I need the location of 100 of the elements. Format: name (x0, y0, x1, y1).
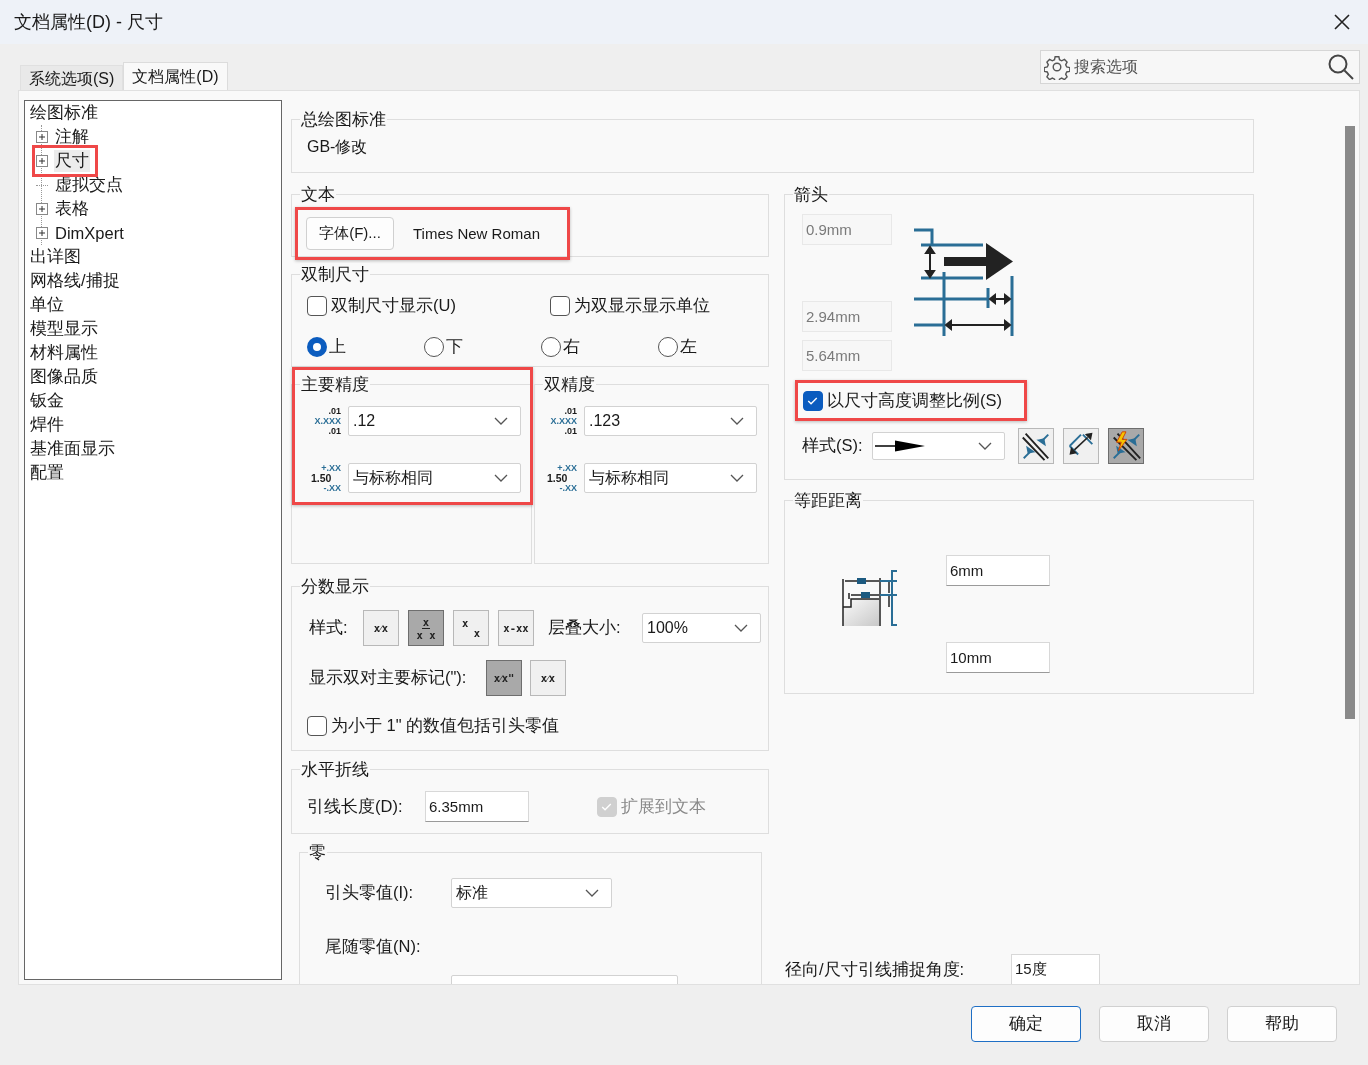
tab[interactable]: 系统选项(S) (20, 65, 124, 90)
tree-item[interactable]: 表格 (36, 197, 94, 221)
radio-button[interactable] (541, 337, 561, 357)
field-label: 径向/尺寸引线捕捉角度: (785, 958, 966, 980)
dropdown[interactable]: 100% (642, 613, 761, 643)
expand-icon[interactable] (36, 131, 48, 143)
radio-button[interactable] (307, 337, 327, 357)
radio-label: 左 (680, 336, 697, 357)
tolerance-icon: +.XX 1.50 -.XX (547, 463, 577, 493)
dropdown[interactable]: .123 (584, 406, 757, 436)
text-field[interactable]: 0.9mm (802, 214, 892, 245)
checkbox[interactable] (307, 296, 327, 316)
close-icon[interactable] (1332, 12, 1352, 32)
chevron-down-icon (494, 474, 508, 482)
group-title: 主要精度 (300, 373, 370, 395)
expand-icon[interactable] (36, 203, 48, 215)
tree-item[interactable]: 注解 (36, 125, 94, 149)
tree-item[interactable]: 出详图 (29, 245, 86, 269)
checkbox[interactable] (307, 716, 327, 736)
checkbox[interactable] (550, 296, 570, 316)
mark-style-button[interactable]: x⁄x" (486, 660, 522, 696)
dialog-button[interactable]: 帮助 (1227, 1006, 1337, 1042)
radio-label: 上 (329, 336, 346, 357)
search-field[interactable]: 搜索选项 (1040, 50, 1360, 84)
chevron-down-icon (730, 417, 744, 425)
group-title: 箭头 (793, 183, 829, 205)
dialog-button[interactable]: 取消 (1099, 1006, 1209, 1042)
group-title: 双制尺寸 (300, 263, 370, 285)
offset-dimension-drawing (839, 569, 899, 627)
tree-item[interactable]: 钣金 (29, 389, 69, 413)
font-name: Times New Roman (413, 225, 540, 242)
tree-item[interactable]: 网格线/捕捉 (29, 269, 125, 293)
chevron-down-icon (978, 442, 992, 450)
field-label: 层叠大小: (548, 617, 622, 638)
tolerance-icon: +.XX 1.50 -.XX (311, 463, 341, 493)
expand-icon[interactable] (36, 155, 48, 167)
group-title: 等距距离 (793, 489, 863, 511)
standard-value: GB-修改 (307, 137, 369, 157)
dropdown[interactable] (872, 432, 1005, 460)
arrow-placement-button[interactable] (1108, 428, 1144, 464)
font-button[interactable]: 字体(F)... (306, 217, 394, 250)
tree-item[interactable]: 材料属性 (29, 341, 103, 365)
text-field[interactable]: 6.35mm (425, 791, 529, 822)
tree-item[interactable]: 焊件 (29, 413, 69, 437)
window-title: 文档属性(D) - 尺寸 (14, 11, 163, 34)
group-title: 总绘图标准 (300, 108, 387, 130)
text-field[interactable]: 10mm (946, 642, 1050, 673)
dropdown[interactable]: 与标称相同 (348, 463, 521, 493)
text-field[interactable]: 6mm (946, 555, 1050, 586)
search-icon[interactable] (1327, 53, 1355, 81)
checkbox-label: 以尺寸高度调整比例(S) (827, 389, 1002, 411)
tree-item[interactable]: 模型显示 (29, 317, 103, 341)
mark-style-button[interactable]: x⁄x (530, 660, 566, 696)
checkbox[interactable] (803, 390, 823, 411)
fraction-style-button[interactable]: x x (453, 610, 489, 646)
dialog-button[interactable]: 确定 (971, 1006, 1081, 1042)
text-field[interactable]: 2.94mm (802, 301, 892, 332)
tree-item[interactable]: DimXpert (36, 221, 129, 245)
fraction-style-button[interactable]: x⁄x (363, 610, 399, 646)
dropdown[interactable]: 与标称相同 (584, 463, 757, 493)
text-field[interactable]: 5.64mm (802, 340, 892, 371)
tree-item[interactable]: 基准面显示 (29, 437, 120, 461)
chevron-down-icon (734, 624, 748, 632)
text-field[interactable]: 15度 (1011, 954, 1100, 984)
dropdown[interactable]: 标准 (451, 878, 612, 908)
group-title: 文本 (300, 183, 336, 205)
arrow-placement-button[interactable] (1063, 428, 1099, 464)
checkbox-label: 扩展到文本 (621, 795, 706, 817)
checkbox-label: 双制尺寸显示(U) (331, 295, 456, 316)
tree-item[interactable]: 配置 (29, 461, 69, 485)
chevron-down-icon (494, 417, 508, 425)
field-label: 引头零值(I): (325, 882, 415, 903)
field-label: 引线长度(D): (307, 795, 404, 817)
arrow-style-icon (875, 440, 925, 452)
dropdown[interactable]: .12 (348, 406, 521, 436)
scrollbar-thumb[interactable] (1345, 126, 1355, 719)
chevron-down-icon (730, 474, 744, 482)
radio-button[interactable] (658, 337, 678, 357)
checkbox-label: 为双显示显示单位 (574, 295, 710, 316)
tab[interactable]: 文档属性(D) (123, 62, 228, 90)
precision-icon: .01 X.XXX .01 (547, 406, 577, 436)
precision-icon: .01 X.XXX .01 (311, 406, 341, 436)
settings-icon[interactable] (1044, 54, 1070, 80)
radio-button[interactable] (424, 337, 444, 357)
tree-item[interactable]: 图像品质 (29, 365, 103, 389)
radio-label: 右 (563, 336, 580, 357)
field-label: 尾随零值(N): (325, 936, 422, 957)
arrow-placement-button[interactable] (1018, 428, 1054, 464)
field-label: 显示双对主要标记("): (309, 667, 468, 688)
tree-item[interactable]: 绘图标准 (29, 101, 103, 125)
group-title: 零 (308, 841, 327, 863)
group-title: 分数显示 (300, 575, 370, 597)
tree-item[interactable]: 单位 (29, 293, 69, 317)
fraction-style-button[interactable]: x x x (408, 610, 444, 646)
field-label: 样式(S): (802, 435, 864, 456)
radio-label: 下 (446, 336, 463, 357)
expand-icon[interactable] (36, 227, 48, 239)
tree-item[interactable]: 虚拟交点 (36, 173, 128, 197)
fraction-style-button[interactable]: x-xx (498, 610, 534, 646)
checkbox-label: 为小于 1" 的数值包括引头零值 (331, 715, 560, 736)
